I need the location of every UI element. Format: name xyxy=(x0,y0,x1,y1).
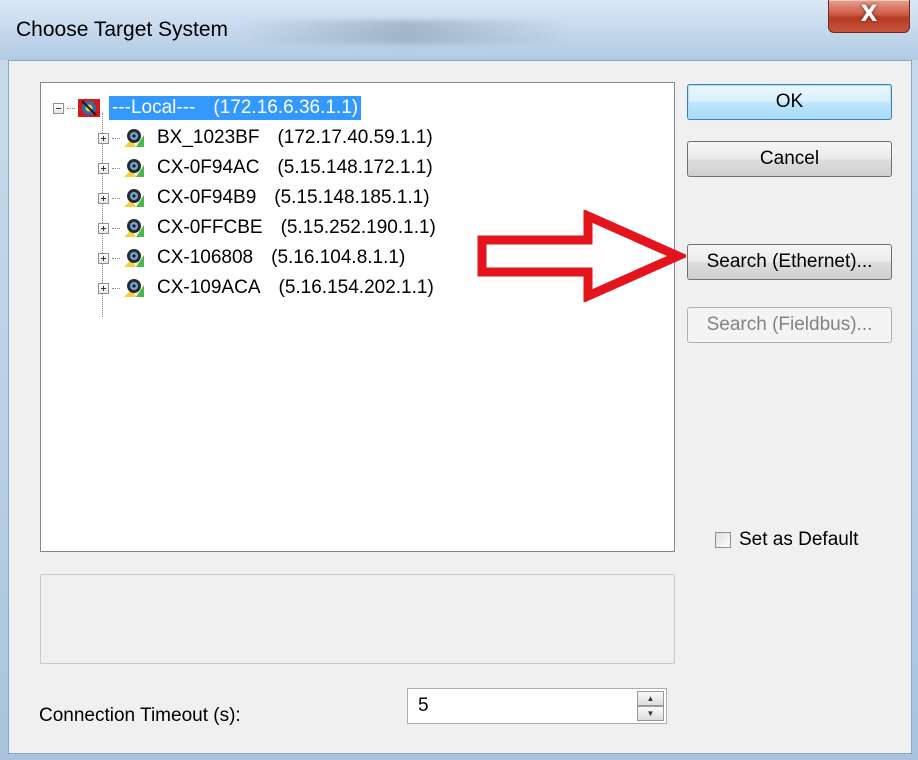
local-system-icon xyxy=(78,99,100,117)
expand-icon[interactable] xyxy=(98,162,109,174)
target-device-icon xyxy=(124,249,144,267)
target-tree[interactable]: ---Local--- (172.16.6.36.1.1) BX_1023BF (1… xyxy=(40,82,675,552)
ok-button[interactable]: OK xyxy=(687,84,892,120)
close-icon: X xyxy=(860,2,878,27)
timeout-spinner[interactable]: ▲ ▼ xyxy=(637,691,664,721)
search-ethernet-button[interactable]: Search (Ethernet)... xyxy=(687,244,892,280)
set-as-default-option[interactable]: Set as Default xyxy=(715,529,858,551)
collapse-icon[interactable] xyxy=(53,102,64,114)
dialog-body: ---Local--- (172.16.6.36.1.1) BX_1023BF (1… xyxy=(8,60,912,754)
tree-node-target[interactable]: BX_1023BF (172.17.40.59.1.1) xyxy=(98,123,436,153)
target-device-icon xyxy=(124,279,144,297)
search-fieldbus-button: Search (Fieldbus)... xyxy=(687,307,892,343)
expand-icon[interactable] xyxy=(98,132,109,144)
tree-node-local[interactable]: ---Local--- (172.16.6.36.1.1) xyxy=(53,93,362,123)
expand-icon[interactable] xyxy=(98,222,109,234)
tree-node-target[interactable]: CX-106808 (5.16.104.8.1.1) xyxy=(98,243,408,273)
spin-up-icon[interactable]: ▲ xyxy=(637,691,664,706)
info-panel xyxy=(40,574,675,664)
annotation-arrow-icon xyxy=(477,210,686,302)
close-button[interactable]: X xyxy=(828,0,910,33)
target-device-icon xyxy=(124,129,144,147)
target-device-icon xyxy=(124,189,144,207)
tree-node-target[interactable]: CX-0F94B9 (5.15.148.185.1.1) xyxy=(98,183,433,213)
target-device-icon xyxy=(124,219,144,237)
expand-icon[interactable] xyxy=(98,252,109,264)
choose-target-window: Choose Target System X ---Local--- (172.1… xyxy=(0,0,918,760)
set-as-default-label: Set as Default xyxy=(739,529,859,550)
target-device-icon xyxy=(124,159,144,177)
title-bar: Choose Target System X xyxy=(0,0,918,60)
spin-down-icon[interactable]: ▼ xyxy=(637,706,664,721)
window-title: Choose Target System xyxy=(16,18,229,41)
expand-icon[interactable] xyxy=(98,282,109,294)
set-as-default-checkbox[interactable] xyxy=(715,532,731,548)
tree-node-target[interactable]: CX-109ACA (5.16.154.202.1.1) xyxy=(98,273,437,303)
connection-timeout-input[interactable] xyxy=(407,688,667,724)
expand-icon[interactable] xyxy=(98,192,109,204)
tree-node-target[interactable]: CX-0FFCBE (5.15.252.190.1.1) xyxy=(98,213,439,243)
connection-timeout-label: Connection Timeout (s): xyxy=(39,705,241,726)
tree-node-target[interactable]: CX-0F94AC (5.15.148.172.1.1) xyxy=(98,153,436,183)
cancel-button[interactable]: Cancel xyxy=(687,141,892,177)
